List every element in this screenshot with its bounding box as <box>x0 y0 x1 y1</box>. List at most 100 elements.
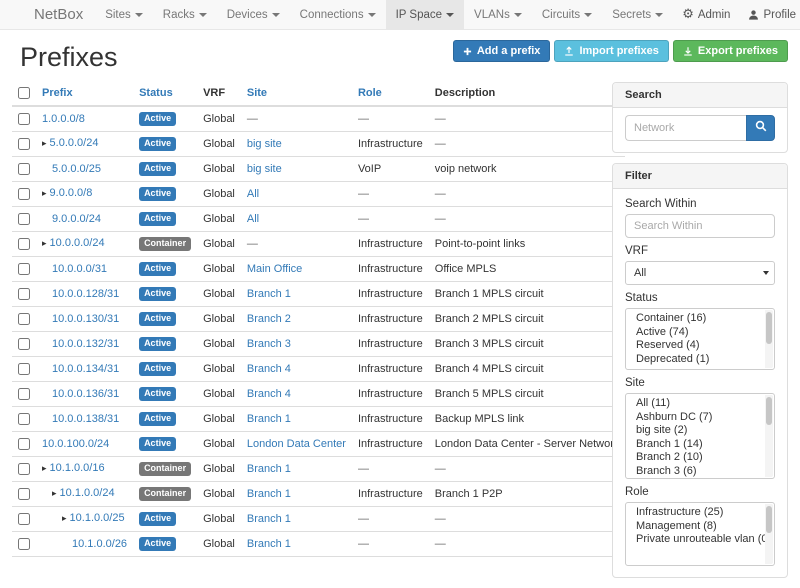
row-checkbox[interactable] <box>18 338 30 350</box>
prefix-link[interactable]: 10.0.0.0/31 <box>52 263 107 275</box>
row-checkbox[interactable] <box>18 288 30 300</box>
prefix-link[interactable]: 10.1.0.0/26 <box>72 538 127 550</box>
row-checkbox[interactable] <box>18 188 30 200</box>
import-prefixes-button[interactable]: Import prefixes <box>554 40 668 62</box>
site-link[interactable]: London Data Center <box>247 438 346 450</box>
row-checkbox[interactable] <box>18 438 30 450</box>
row-checkbox[interactable] <box>18 313 30 325</box>
site-link[interactable]: Branch 3 <box>247 338 291 350</box>
search-button[interactable] <box>746 115 775 141</box>
status-badge: Active <box>139 362 176 376</box>
add-a-prefix-button[interactable]: Add a prefix <box>453 40 551 62</box>
site-link[interactable]: Branch 4 <box>247 363 291 375</box>
role-listbox[interactable]: Infrastructure (25)Management (8)Private… <box>625 502 775 566</box>
prefix-link[interactable]: 5.0.0.0/25 <box>52 163 101 175</box>
prefix-link[interactable]: 10.0.0.136/31 <box>52 388 119 400</box>
button-label: Add a prefix <box>477 45 541 57</box>
site-option[interactable]: Branch 3 (6) <box>626 465 774 479</box>
brand-logo[interactable]: NetBox <box>22 0 95 29</box>
prefix-link[interactable]: 9.0.0.0/24 <box>52 213 101 225</box>
site-option[interactable]: Branch 2 (10) <box>626 451 774 465</box>
nav-item-sites[interactable]: Sites <box>95 0 153 29</box>
nav-item-devices[interactable]: Devices <box>217 0 290 29</box>
row-checkbox[interactable] <box>18 363 30 375</box>
nav-item-secrets[interactable]: Secrets <box>602 0 673 29</box>
row-checkbox[interactable] <box>18 538 30 550</box>
nav-item-ip-space[interactable]: IP Space <box>386 0 464 29</box>
role-option[interactable]: Management (8) <box>626 520 774 534</box>
nav-item-racks[interactable]: Racks <box>153 0 217 29</box>
description-cell: Branch 2 MPLS circuit <box>429 307 626 332</box>
status-listbox[interactable]: Container (16)Active (74)Reserved (4)Dep… <box>625 308 775 370</box>
prefix-link[interactable]: 10.0.0.134/31 <box>52 363 119 375</box>
site-link[interactable]: Branch 1 <box>247 538 291 550</box>
site-link[interactable]: big site <box>247 138 282 150</box>
prefix-link[interactable]: 10.1.0.0/25 <box>70 512 125 524</box>
status-option[interactable]: Active (74) <box>626 326 774 340</box>
site-link[interactable]: big site <box>247 163 282 175</box>
row-checkbox[interactable] <box>18 163 30 175</box>
role-option[interactable]: Infrastructure (25) <box>626 506 774 520</box>
select-all-checkbox[interactable] <box>18 87 30 99</box>
status-option[interactable]: Container (16) <box>626 312 774 326</box>
row-checkbox[interactable] <box>18 113 30 125</box>
prefix-link[interactable]: 1.0.0.0/8 <box>42 113 85 125</box>
nav-item-connections[interactable]: Connections <box>290 0 386 29</box>
sort-link-site[interactable]: Site <box>247 87 267 99</box>
site-link[interactable]: Branch 4 <box>247 388 291 400</box>
prefix-link[interactable]: 10.0.100.0/24 <box>42 438 109 450</box>
prefix-link[interactable]: 5.0.0.0/24 <box>50 137 99 149</box>
prefix-link[interactable]: 10.1.0.0/24 <box>60 487 115 499</box>
sort-link-prefix[interactable]: Prefix <box>42 87 73 99</box>
prefix-link[interactable]: 10.0.0.0/24 <box>50 237 105 249</box>
row-checkbox[interactable] <box>18 463 30 475</box>
site-option[interactable]: Branch 4 (12) <box>626 478 774 479</box>
role-scrollbar <box>765 504 773 564</box>
prefix-link[interactable]: 9.0.0.0/8 <box>50 187 93 199</box>
row-checkbox[interactable] <box>18 238 30 250</box>
prefix-link[interactable]: 10.0.0.130/31 <box>52 313 119 325</box>
row-checkbox[interactable] <box>18 388 30 400</box>
site-link[interactable]: Branch 1 <box>247 413 291 425</box>
sort-link-status[interactable]: Status <box>139 87 173 99</box>
nav-item-vlans[interactable]: VLANs <box>464 0 532 29</box>
prefix-link[interactable]: 10.0.0.128/31 <box>52 288 119 300</box>
nav-item-circuits[interactable]: Circuits <box>532 0 602 29</box>
role-option[interactable]: Private unrouteable vlan (0) <box>626 533 774 547</box>
sort-link-role[interactable]: Role <box>358 87 382 99</box>
prefix-link[interactable]: 10.0.0.132/31 <box>52 338 119 350</box>
site-link[interactable]: Branch 1 <box>247 288 291 300</box>
prefix-link[interactable]: 10.1.0.0/16 <box>50 462 105 474</box>
nav-item-profile[interactable]: Profile <box>739 0 800 29</box>
row-checkbox[interactable] <box>18 488 30 500</box>
search-within-input[interactable] <box>625 214 775 238</box>
row-checkbox[interactable] <box>18 413 30 425</box>
row-checkbox[interactable] <box>18 213 30 225</box>
site-option[interactable]: big site (2) <box>626 424 774 438</box>
prefix-link[interactable]: 10.0.0.138/31 <box>52 413 119 425</box>
row-checkbox[interactable] <box>18 513 30 525</box>
site-option[interactable]: Branch 1 (14) <box>626 438 774 452</box>
nav-item-admin[interactable]: ⚙Admin <box>673 0 739 29</box>
site-link[interactable]: Branch 2 <box>247 313 291 325</box>
vrf-select[interactable]: All <box>625 261 775 285</box>
site-link[interactable]: All <box>247 188 259 200</box>
status-option[interactable]: Deprecated (1) <box>626 353 774 367</box>
search-input[interactable] <box>625 115 746 141</box>
export-prefixes-button[interactable]: Export prefixes <box>673 40 788 62</box>
site-option[interactable]: All (11) <box>626 397 774 411</box>
row-checkbox[interactable] <box>18 263 30 275</box>
site-link[interactable]: Branch 1 <box>247 488 291 500</box>
site-listbox[interactable]: All (11)Ashburn DC (7)big site (2)Branch… <box>625 393 775 479</box>
status-scrollbar-thumb[interactable] <box>766 312 772 344</box>
status-option[interactable]: Reserved (4) <box>626 339 774 353</box>
role-scrollbar-thumb[interactable] <box>766 506 772 533</box>
row-checkbox[interactable] <box>18 138 30 150</box>
site-scrollbar-thumb[interactable] <box>766 397 772 425</box>
site-link[interactable]: Branch 1 <box>247 463 291 475</box>
site-link[interactable]: All <box>247 213 259 225</box>
site-option[interactable]: Ashburn DC (7) <box>626 411 774 425</box>
site-link[interactable]: Branch 1 <box>247 513 291 525</box>
site-link[interactable]: Main Office <box>247 263 302 275</box>
top-navbar: NetBox SitesRacksDevicesConnectionsIP Sp… <box>0 0 800 30</box>
